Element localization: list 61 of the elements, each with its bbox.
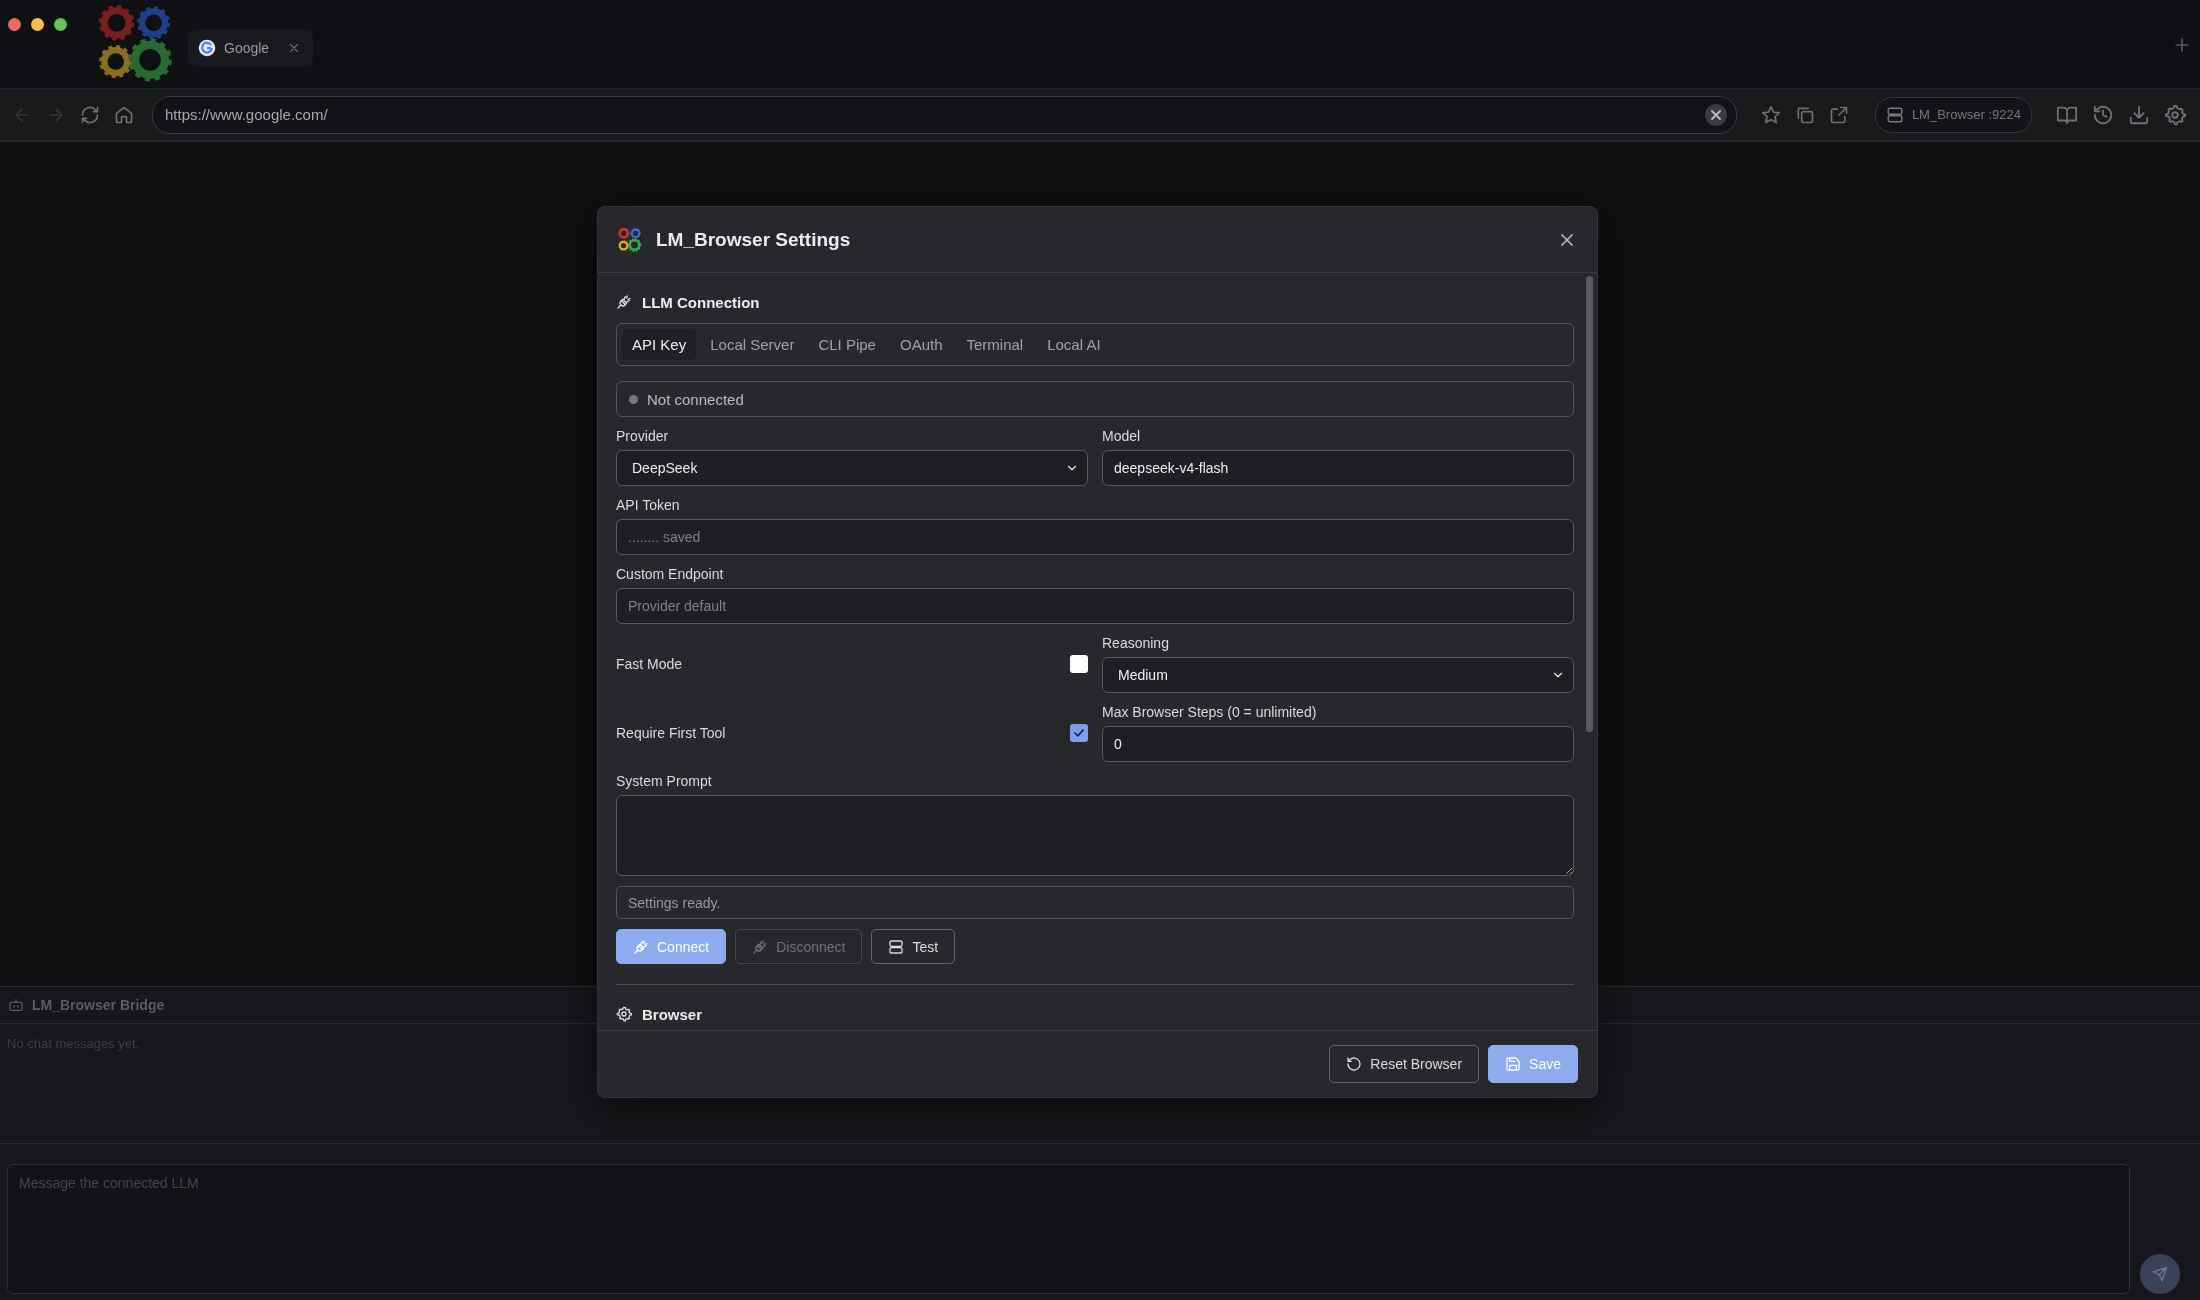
server-icon xyxy=(1885,105,1904,124)
prompt-input[interactable] xyxy=(616,795,1574,876)
settings-icon[interactable] xyxy=(2164,103,2186,126)
field-label: API Token xyxy=(616,496,681,514)
field-label: Reasoning xyxy=(1102,634,1170,652)
history-icon[interactable] xyxy=(2092,103,2114,126)
reload-icon[interactable] xyxy=(80,104,100,125)
section-title: LLM Connection xyxy=(642,293,760,311)
window-control[interactable] xyxy=(54,18,67,31)
home-icon[interactable] xyxy=(114,104,134,125)
endpoint-input[interactable]: Provider default xyxy=(616,588,1574,624)
browser-tab[interactable]: Google xyxy=(188,30,314,66)
plug-icon xyxy=(633,938,649,955)
gears-logo xyxy=(616,225,644,254)
section-title: Browser xyxy=(642,1005,703,1023)
field-label: Max Browser Steps (0 = unlimited) xyxy=(1102,703,1318,721)
connection-tab[interactable]: Terminal xyxy=(956,329,1034,360)
window-control[interactable] xyxy=(31,18,44,31)
connection-tab[interactable]: OAuth xyxy=(889,329,953,360)
plug-icon xyxy=(752,938,769,955)
download-icon[interactable] xyxy=(2128,103,2150,126)
plug-icon xyxy=(616,294,632,310)
action-button[interactable]: Test xyxy=(871,929,956,964)
send-button[interactable] xyxy=(2140,1254,2180,1294)
connection-tab[interactable]: API Key xyxy=(622,329,697,360)
field-label: Custom Endpoint xyxy=(616,565,725,583)
field-label: System Prompt xyxy=(616,772,713,790)
address-bar[interactable]: https://www.google.com/ xyxy=(152,95,1737,134)
connection-tab[interactable]: CLI Pipe xyxy=(808,329,886,360)
window-control[interactable] xyxy=(8,18,21,31)
checkbox[interactable] xyxy=(1070,654,1088,673)
checkbox[interactable] xyxy=(1070,723,1088,742)
steps-input[interactable]: 0 xyxy=(1102,726,1574,762)
checkbox-label: Require First Tool xyxy=(616,723,726,742)
token-input[interactable]: ........ saved xyxy=(616,519,1574,555)
bridge-status-button[interactable]: LM_Browser :9224 xyxy=(1874,96,2032,133)
clear-icon[interactable] xyxy=(1703,102,1728,127)
scrollbar[interactable] xyxy=(1586,276,1593,732)
url-text: https://www.google.com/ xyxy=(165,106,329,123)
star-icon[interactable] xyxy=(1760,104,1781,125)
field-label: Model xyxy=(1102,427,1142,445)
field-label: Provider xyxy=(616,427,670,445)
checkbox-label: Fast Mode xyxy=(616,654,683,673)
model-input[interactable]: deepseek-v4-flash xyxy=(1102,450,1574,486)
reset-icon xyxy=(1346,1056,1363,1072)
panel-title: LM_Browser Bridge xyxy=(32,997,165,1013)
server-icon xyxy=(888,938,905,955)
send-icon xyxy=(2152,1266,2168,1282)
settings-icon xyxy=(616,1006,632,1022)
connection-tab[interactable]: Local Server xyxy=(700,329,805,360)
robot-icon xyxy=(8,997,24,1013)
provider-select[interactable]: DeepSeek xyxy=(616,450,1088,486)
save-icon xyxy=(1505,1056,1522,1072)
dialog-title: LM_Browser Settings xyxy=(656,228,851,251)
status-message: Settings ready. xyxy=(616,886,1574,919)
reasoning-select[interactable]: Medium xyxy=(1102,657,1574,693)
tab-title: Google xyxy=(224,40,270,56)
external-link-icon[interactable] xyxy=(1828,104,1849,125)
connection-tab[interactable]: Local AI xyxy=(1037,329,1111,360)
footer-button[interactable]: Reset Browser xyxy=(1329,1045,1480,1083)
status-text: Not connected xyxy=(647,390,744,408)
